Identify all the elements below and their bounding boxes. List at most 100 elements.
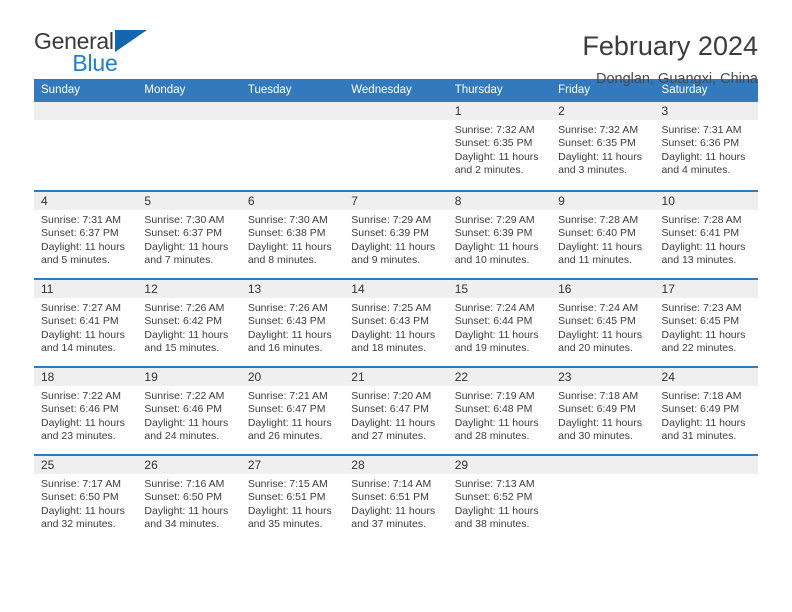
calendar-day-cell[interactable]: 7 Sunrise: 7:29 AM Sunset: 6:39 PM Daylight… xyxy=(344,192,448,278)
sunset-text: Sunset: 6:41 PM xyxy=(41,315,119,328)
daylight-text-line2: and 10 minutes. xyxy=(454,254,530,267)
calendar-day-cell[interactable]: 16 Sunrise: 7:24 AM Sunset: 6:45 PM Dayligh… xyxy=(551,280,655,366)
calendar-day-cell[interactable]: 5 Sunrise: 7:30 AM Sunset: 6:37 PM Daylight… xyxy=(137,192,241,278)
day-number: 14 xyxy=(344,280,448,298)
calendar-day-cell[interactable]: 6 Sunrise: 7:30 AM Sunset: 6:38 PM Daylight… xyxy=(240,192,345,278)
sunrise-text: Sunrise: 7:25 AM xyxy=(351,302,432,314)
calendar-day-cell[interactable]: 2 Sunrise: 7:32 AM Sunset: 6:35 PM Daylight… xyxy=(551,102,655,190)
calendar-day-cell[interactable]: 20 Sunrise: 7:21 AM Sunset: 6:47 PM Dayligh… xyxy=(240,368,345,454)
sunrise-text: Sunrise: 7:15 AM xyxy=(247,478,328,490)
day-info: Sunrise: 7:26 AM Sunset: 6:43 PM Daylight:… xyxy=(241,298,344,356)
daylight-text-line2: and 4 minutes. xyxy=(661,164,731,177)
calendar-day-cell[interactable]: 14 Sunrise: 7:25 AM Sunset: 6:43 PM Dayligh… xyxy=(344,280,448,366)
calendar-day-cell[interactable]: 12 Sunrise: 7:26 AM Sunset: 6:42 PM Dayligh… xyxy=(137,280,241,366)
day-number xyxy=(654,456,758,474)
calendar-day-cell[interactable]: 21 Sunrise: 7:20 AM Sunset: 6:47 PM Dayligh… xyxy=(344,368,448,454)
brand-name-blue: Blue xyxy=(72,50,118,76)
daylight-text-line1: Daylight: 11 hours xyxy=(144,328,229,341)
day-info: Sunrise: 7:21 AM Sunset: 6:47 PM Daylight:… xyxy=(241,386,344,444)
daylight-text-line1: Daylight: 11 hours xyxy=(558,240,642,253)
daylight-text-line2: and 11 minutes. xyxy=(558,254,633,267)
day-info: Sunrise: 7:32 AM Sunset: 6:35 PM Daylight:… xyxy=(448,120,551,178)
daylight-text-line2: and 27 minutes. xyxy=(351,430,426,443)
sunrise-text: Sunrise: 7:21 AM xyxy=(247,390,328,402)
sunrise-text: Sunrise: 7:24 AM xyxy=(558,302,639,314)
daylight-text-line2: and 9 minutes. xyxy=(351,254,421,267)
calendar-day-cell[interactable]: 11 Sunrise: 7:27 AM Sunset: 6:41 PM Dayligh… xyxy=(34,280,138,366)
daylight-text-line2: and 8 minutes. xyxy=(247,254,317,267)
calendar-day-cell[interactable]: 18 Sunrise: 7:22 AM Sunset: 6:46 PM Dayligh… xyxy=(34,368,138,454)
sunset-text: Sunset: 6:45 PM xyxy=(661,315,740,328)
day-info: Sunrise: 7:14 AM Sunset: 6:51 PM Daylight:… xyxy=(344,474,447,532)
calendar-day-cell[interactable]: 19 Sunrise: 7:22 AM Sunset: 6:46 PM Dayligh… xyxy=(137,368,241,454)
brand-row-secondary: Blue xyxy=(34,50,164,77)
sunset-text: Sunset: 6:47 PM xyxy=(351,403,429,416)
calendar-day-cell-empty xyxy=(240,102,345,190)
day-number xyxy=(34,102,138,120)
sunrise-text: Sunrise: 7:16 AM xyxy=(144,478,225,490)
sunset-text: Sunset: 6:40 PM xyxy=(558,227,636,240)
day-number: 16 xyxy=(551,280,655,298)
calendar-day-cell[interactable]: 29 Sunrise: 7:13 AM Sunset: 6:52 PM Dayligh… xyxy=(447,456,552,542)
calendar-day-cell[interactable]: 4 Sunrise: 7:31 AM Sunset: 6:37 PM Daylight… xyxy=(34,192,138,278)
sunrise-text: Sunrise: 7:28 AM xyxy=(661,214,742,226)
sunrise-text: Sunrise: 7:23 AM xyxy=(661,302,742,314)
sunrise-text: Sunrise: 7:28 AM xyxy=(558,214,639,226)
daylight-text-line2: and 24 minutes. xyxy=(144,430,220,443)
day-info: Sunrise: 7:26 AM Sunset: 6:42 PM Daylight:… xyxy=(137,298,240,356)
daylight-text-line1: Daylight: 11 hours xyxy=(351,416,436,429)
day-number: 20 xyxy=(240,368,345,386)
daylight-text-line1: Daylight: 11 hours xyxy=(558,416,642,429)
calendar-day-cell[interactable]: 28 Sunrise: 7:14 AM Sunset: 6:51 PM Dayligh… xyxy=(344,456,448,542)
weekday-wednesday: Wednesday xyxy=(351,83,412,96)
day-info: Sunrise: 7:18 AM Sunset: 6:49 PM Daylight:… xyxy=(655,386,758,444)
calendar-day-cell[interactable]: 23 Sunrise: 7:18 AM Sunset: 6:49 PM Dayligh… xyxy=(551,368,655,454)
sunset-text: Sunset: 6:39 PM xyxy=(351,227,429,240)
weekday-sunday: Sunday xyxy=(41,83,81,96)
brand-logo[interactable]: General Blue xyxy=(34,30,164,77)
page-title: February 2024 xyxy=(582,31,758,61)
calendar-day-cell[interactable]: 26 Sunrise: 7:16 AM Sunset: 6:50 PM Dayligh… xyxy=(137,456,241,542)
calendar-week-row: 18 Sunrise: 7:22 AM Sunset: 6:46 PM Dayligh… xyxy=(34,366,758,454)
day-number: 6 xyxy=(240,192,345,210)
calendar-day-cell[interactable]: 13 Sunrise: 7:26 AM Sunset: 6:43 PM Dayligh… xyxy=(240,280,345,366)
day-number: 29 xyxy=(447,456,552,474)
weekday-saturday: Saturday xyxy=(661,83,708,96)
calendar-day-cell[interactable]: 24 Sunrise: 7:18 AM Sunset: 6:49 PM Dayligh… xyxy=(654,368,758,454)
day-info: Sunrise: 7:30 AM Sunset: 6:38 PM Daylight:… xyxy=(241,210,344,268)
calendar-day-cell[interactable]: 8 Sunrise: 7:29 AM Sunset: 6:39 PM Daylight… xyxy=(447,192,552,278)
day-info: Sunrise: 7:27 AM Sunset: 6:41 PM Daylight:… xyxy=(34,298,137,356)
day-number: 1 xyxy=(447,102,552,120)
day-number: 8 xyxy=(447,192,552,210)
calendar-day-cell[interactable]: 22 Sunrise: 7:19 AM Sunset: 6:48 PM Dayligh… xyxy=(447,368,552,454)
sunrise-text: Sunrise: 7:29 AM xyxy=(454,214,535,226)
calendar-day-cell[interactable]: 1 Sunrise: 7:32 AM Sunset: 6:35 PM Daylight… xyxy=(447,102,552,190)
calendar-day-cell[interactable]: 9 Sunrise: 7:28 AM Sunset: 6:40 PM Daylight… xyxy=(551,192,655,278)
daylight-text-line1: Daylight: 11 hours xyxy=(558,150,642,163)
calendar-day-cell[interactable]: 3 Sunrise: 7:31 AM Sunset: 6:36 PM Daylight… xyxy=(654,102,758,190)
calendar-day-cell[interactable]: 10 Sunrise: 7:28 AM Sunset: 6:41 PM Dayligh… xyxy=(654,192,758,278)
sunset-text: Sunset: 6:39 PM xyxy=(454,227,533,240)
day-number: 7 xyxy=(344,192,448,210)
sunset-text: Sunset: 6:48 PM xyxy=(454,403,533,416)
daylight-text-line1: Daylight: 11 hours xyxy=(247,240,332,253)
day-info: Sunrise: 7:29 AM Sunset: 6:39 PM Daylight:… xyxy=(344,210,447,268)
day-number xyxy=(240,102,345,120)
daylight-text-line1: Daylight: 11 hours xyxy=(454,150,539,163)
calendar-day-cell[interactable]: 27 Sunrise: 7:15 AM Sunset: 6:51 PM Dayligh… xyxy=(240,456,345,542)
weeks-container: 1 Sunrise: 7:32 AM Sunset: 6:35 PM Daylight… xyxy=(34,102,758,542)
daylight-text-line2: and 37 minutes. xyxy=(351,518,426,531)
day-number: 12 xyxy=(137,280,241,298)
daylight-text-line1: Daylight: 11 hours xyxy=(454,328,539,341)
sunset-text: Sunset: 6:49 PM xyxy=(661,403,740,416)
calendar-day-cell[interactable]: 15 Sunrise: 7:24 AM Sunset: 6:44 PM Dayligh… xyxy=(447,280,552,366)
calendar-day-cell[interactable]: 17 Sunrise: 7:23 AM Sunset: 6:45 PM Dayligh… xyxy=(654,280,758,366)
daylight-text-line1: Daylight: 11 hours xyxy=(661,150,746,163)
daylight-text-line1: Daylight: 11 hours xyxy=(351,240,436,253)
calendar-day-cell[interactable]: 25 Sunrise: 7:17 AM Sunset: 6:50 PM Dayligh… xyxy=(34,456,138,542)
calendar-week-row: 25 Sunrise: 7:17 AM Sunset: 6:50 PM Dayligh… xyxy=(34,454,758,542)
daylight-text-line1: Daylight: 11 hours xyxy=(247,504,332,517)
sunset-text: Sunset: 6:45 PM xyxy=(558,315,636,328)
weekday-friday: Friday xyxy=(558,83,591,96)
day-number xyxy=(344,102,448,120)
